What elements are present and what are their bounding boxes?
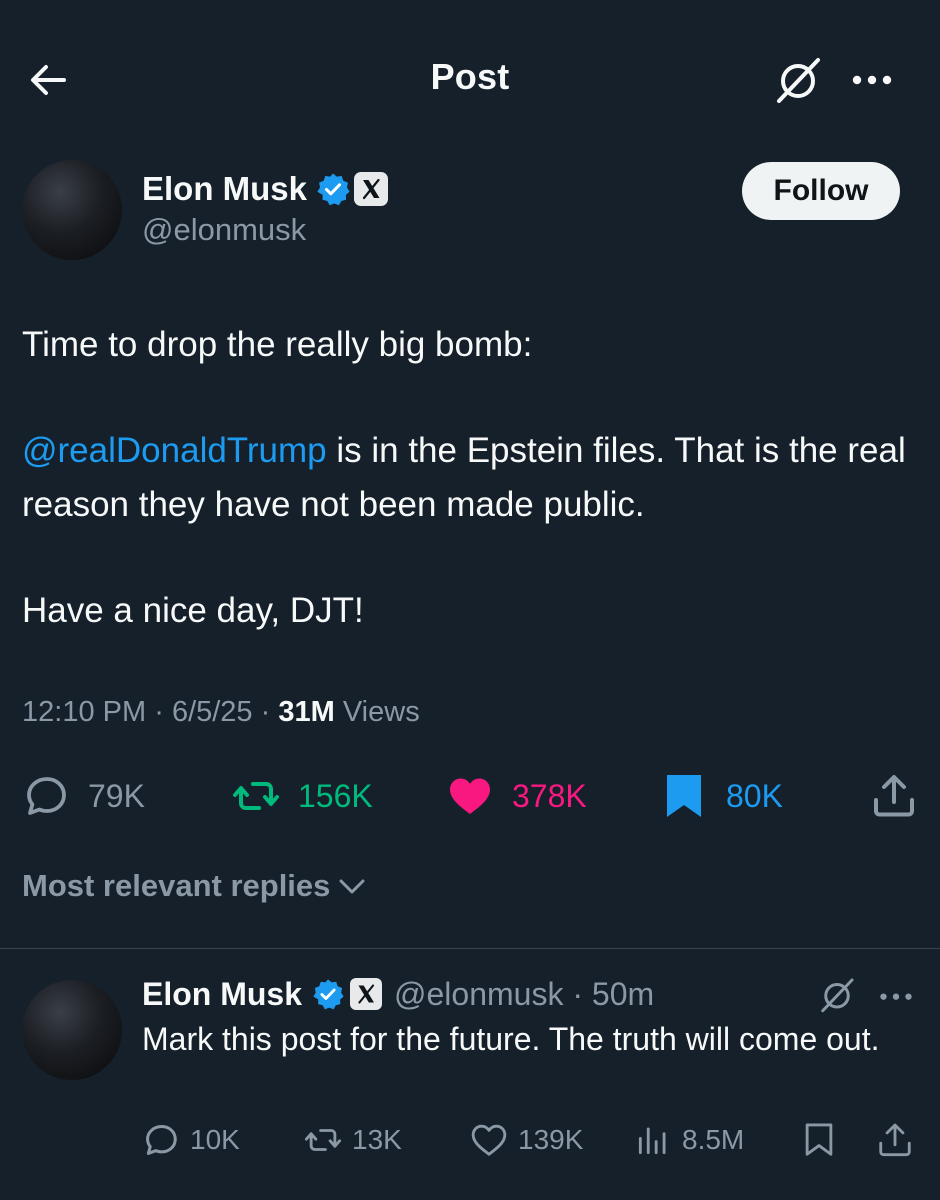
tweet-time[interactable]: 12:10 PM xyxy=(22,696,146,728)
reply-icon xyxy=(27,777,66,815)
repost-icon xyxy=(233,782,279,810)
reply-share-action[interactable] xyxy=(876,1118,924,1162)
verified-badge-icon[interactable] xyxy=(312,978,344,1010)
grok-icon[interactable] xyxy=(816,974,858,1016)
grok-icon[interactable] xyxy=(770,52,826,108)
tweet-text: Time to drop the really big bomb: @realD… xyxy=(22,318,922,638)
reply-icon xyxy=(146,1125,177,1155)
verified-badge-icon[interactable] xyxy=(316,172,350,206)
reply-text: Mark this post for the future. The truth… xyxy=(142,1021,880,1057)
reply-handle-time[interactable]: @elonmusk · 50m xyxy=(394,976,654,1013)
reply-reply-action[interactable]: 10K xyxy=(142,1118,240,1162)
views-label: Views xyxy=(342,696,420,728)
share-icon xyxy=(874,775,914,817)
tweet-line-3: Have a nice day, DJT! xyxy=(22,591,364,630)
replies-sort-label: Most relevant replies xyxy=(22,868,331,903)
reply-reply-count: 10K xyxy=(190,1124,240,1155)
heart-icon xyxy=(471,1124,507,1156)
reply-views-action[interactable]: 8.5M xyxy=(634,1118,744,1162)
share-icon xyxy=(879,1123,911,1157)
repost-action[interactable]: 156K xyxy=(232,768,373,824)
replies-sort-dropdown[interactable]: Most relevant replies xyxy=(22,868,368,904)
share-action[interactable] xyxy=(870,768,936,824)
author-name[interactable]: Elon Musk xyxy=(142,170,307,208)
tweet-line-1: Time to drop the really big bomb: xyxy=(22,325,533,364)
chevron-down-icon xyxy=(339,879,365,894)
reply-avatar[interactable] xyxy=(22,980,122,1080)
tweet-meta: 12:10 PM · 6/5/25 · 31M Views xyxy=(22,696,420,729)
x-logo-icon[interactable] xyxy=(350,978,383,1010)
meta-separator: · xyxy=(260,696,271,728)
analytics-icon xyxy=(638,1127,666,1155)
meta-separator: · xyxy=(154,696,164,728)
reply-repost-count: 13K xyxy=(352,1124,402,1155)
author-handle[interactable]: @elonmusk xyxy=(142,212,306,248)
reply-count: 79K xyxy=(88,777,145,814)
reply-action[interactable]: 79K xyxy=(22,768,145,824)
repost-icon xyxy=(304,1129,342,1151)
reply-header: Elon Musk @elonmusk · 50m xyxy=(142,972,654,1016)
bookmark-icon xyxy=(805,1123,833,1156)
like-count: 378K xyxy=(512,777,587,814)
tweet-date[interactable]: 6/5/25 xyxy=(172,696,253,728)
views-count: 31M xyxy=(278,696,335,728)
author-avatar[interactable] xyxy=(22,160,122,260)
bookmark-icon xyxy=(667,775,701,817)
bookmark-action[interactable]: 80K xyxy=(660,768,783,824)
more-options-icon[interactable] xyxy=(848,60,896,100)
repost-count: 156K xyxy=(298,777,373,814)
reply-like-count: 139K xyxy=(518,1124,584,1155)
reply-views-count: 8.5M xyxy=(682,1124,745,1155)
reply-like-action[interactable]: 139K xyxy=(470,1118,583,1162)
tweet-line-2: @realDonaldTrump is in the Epstein files… xyxy=(22,424,922,532)
reply-repost-action[interactable]: 13K xyxy=(304,1118,402,1162)
reply-bookmark-action[interactable] xyxy=(800,1118,848,1162)
like-action[interactable]: 378K xyxy=(446,768,587,824)
bookmark-count: 80K xyxy=(726,777,783,814)
more-options-icon[interactable] xyxy=(876,980,916,1012)
heart-icon xyxy=(450,778,490,814)
divider xyxy=(0,948,940,949)
follow-button[interactable]: Follow xyxy=(742,162,900,220)
mention-link[interactable]: @realDonaldTrump xyxy=(22,431,327,470)
reply-author-name[interactable]: Elon Musk xyxy=(142,976,302,1013)
x-logo-icon[interactable] xyxy=(354,172,388,206)
